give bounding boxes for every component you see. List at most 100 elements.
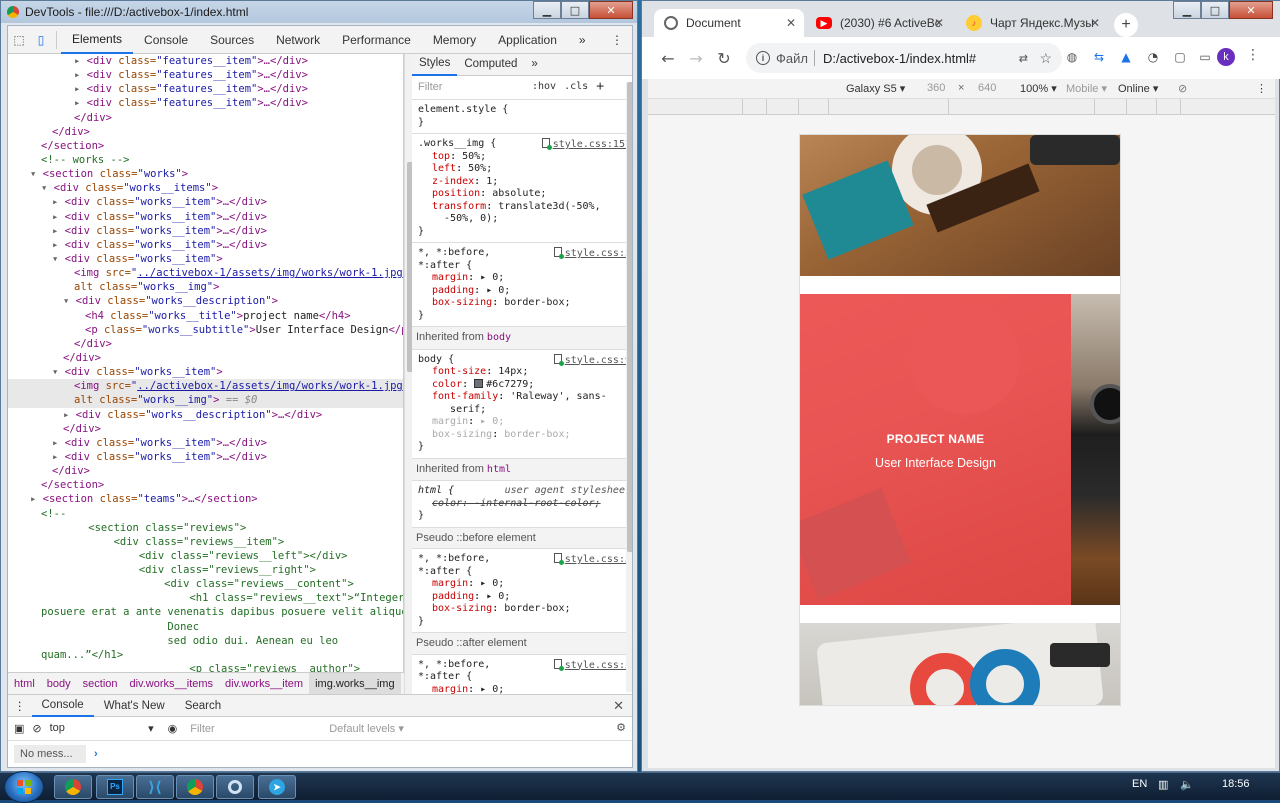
close-drawer-icon[interactable]: ✕ [613, 698, 624, 714]
tab-computed[interactable]: Computed [457, 54, 524, 76]
maximize-button[interactable]: □ [561, 1, 589, 19]
device-height-input[interactable]: 640 [978, 82, 996, 94]
css-property-name[interactable]: box-sizing [432, 297, 492, 308]
zoom-select[interactable]: 100% ▾ [1020, 82, 1057, 95]
css-property-name[interactable]: margin [432, 272, 468, 283]
device-select[interactable]: Galaxy S5 ▾ [846, 82, 905, 95]
close-tab-icon[interactable]: ✕ [786, 16, 796, 30]
cls-toggle[interactable]: .cls [564, 81, 588, 94]
drawer-tab-search[interactable]: Search [175, 695, 231, 717]
more-tabs-button[interactable]: » [568, 26, 597, 54]
more-style-tabs[interactable]: » [524, 54, 544, 76]
dom-node[interactable]: </section> [8, 139, 403, 153]
html-ua-rule[interactable]: html { user agent stylesheet color: -int… [412, 481, 632, 528]
rotate-icon[interactable]: ⊘ [1178, 82, 1187, 95]
color-swatch[interactable] [474, 378, 484, 388]
css-property-value[interactable]: 50%; [462, 151, 486, 162]
css-property[interactable]: serif; [418, 404, 630, 417]
css-property-name[interactable]: box-sizing [432, 429, 492, 440]
css-property-value[interactable]: border-box; [504, 297, 570, 308]
scrollbar-thumb[interactable] [627, 82, 632, 552]
rule-source-link[interactable]: style.css:9 [553, 353, 631, 368]
tab-memory[interactable]: Memory [422, 26, 487, 54]
breadcrumb-item[interactable]: section [77, 673, 124, 694]
dom-node[interactable]: </div> [8, 422, 403, 436]
dom-node[interactable]: posuere erat a ante venenatis dapibus po… [8, 605, 403, 619]
frame-extension-icon[interactable]: ▭ [1195, 47, 1215, 67]
minimize-button[interactable]: ▁ [533, 1, 561, 19]
css-property[interactable]: font-size: 14px; [418, 366, 630, 379]
css-property[interactable]: box-sizing: border-box; [418, 429, 630, 442]
dom-node[interactable]: Donec [8, 620, 403, 634]
context-select[interactable]: top ▾ [50, 722, 160, 735]
dom-node[interactable]: ▸ <div class="works__item">…</div> [8, 210, 403, 224]
dom-node[interactable]: <section class="reviews"> [8, 521, 403, 535]
clock[interactable]: 18:56 [1222, 778, 1250, 790]
css-property[interactable]: box-sizing: border-box; [418, 297, 630, 310]
extension-icon[interactable]: ▲ [1116, 47, 1136, 67]
mode-select[interactable]: Mobile ▾ [1066, 82, 1107, 95]
pseudo-before-rule[interactable]: *, *:before, *:after { style.css:3 margi… [412, 549, 632, 633]
dom-node[interactable]: ▸ <div class="features__item">…</div> [8, 68, 403, 82]
dom-node[interactable]: ▸ <div class="works__item">…</div> [8, 238, 403, 252]
dom-node[interactable]: alt class="works__img"> [8, 280, 403, 294]
css-property-name[interactable]: z-index [432, 176, 474, 187]
dom-node[interactable]: <div class="reviews__content"> [8, 577, 403, 591]
reload-icon[interactable]: ↻ [710, 44, 738, 72]
forward-icon[interactable]: → [682, 44, 710, 72]
tab-application[interactable]: Application [487, 26, 568, 54]
no-messages-badge[interactable]: No mess... [14, 745, 86, 763]
css-property-value[interactable]: 50%; [468, 163, 492, 174]
media-query-ruler[interactable] [648, 99, 1275, 115]
css-property-name[interactable]: padding [432, 591, 474, 602]
css-property-name[interactable]: top [432, 151, 450, 162]
avatar[interactable]: k [1217, 48, 1235, 66]
eye-icon[interactable]: ◉ [168, 722, 178, 735]
breadcrumb-item[interactable]: html [8, 673, 41, 694]
url-text[interactable]: D:/activebox-1/index.html# [823, 51, 976, 66]
dom-node[interactable]: ▸ <div class="works__item">…</div> [8, 450, 403, 464]
css-property-name[interactable]: box-sizing [432, 603, 492, 614]
device-menu-icon[interactable]: ⋮ [1256, 82, 1267, 95]
css-property-value[interactable]: translate3d(-50%, [498, 201, 600, 212]
taskbar-telegram-icon[interactable]: ➤ [258, 775, 296, 799]
css-property-value[interactable]: ▸ 0; [486, 285, 510, 296]
dom-node[interactable]: <div class="reviews__right"> [8, 563, 403, 577]
inherited-tag[interactable]: html [487, 464, 511, 475]
dom-node[interactable]: ▾ <div class="works__items"> [8, 181, 403, 195]
dom-node[interactable]: ▸ <section class="teams">…</section> [8, 492, 403, 506]
screenshot-extension-icon[interactable]: ▢ [1170, 47, 1190, 67]
css-property-value[interactable]: ▸ 0; [480, 578, 504, 589]
globe-extension-icon[interactable]: ◍ [1062, 47, 1082, 67]
dom-node[interactable]: </div> [8, 464, 403, 478]
css-property[interactable]: margin: ▸ 0; [418, 684, 630, 695]
network-select[interactable]: Online ▾ [1118, 82, 1158, 95]
dom-node[interactable]: <div class="reviews__left"></div> [8, 549, 403, 563]
css-property[interactable]: transform: translate3d(-50%, [418, 201, 630, 214]
body-rule[interactable]: body { style.css:9 font-size: 14px; color… [412, 350, 632, 459]
log-levels-select[interactable]: Default levels ▾ [329, 722, 404, 735]
dom-node[interactable]: </div> [8, 351, 403, 365]
dom-node[interactable]: quam...”</h1> [8, 648, 403, 662]
devtools-menu-button[interactable]: ⋮ [600, 26, 632, 54]
css-property-value[interactable]: ▸ 0; [486, 591, 510, 602]
css-property-name[interactable]: position [432, 188, 480, 199]
browser-tab-youtube[interactable]: ▶ (2030) #6 ActiveBox ✕ [806, 9, 952, 37]
dom-node[interactable]: ▸ <div class="features__item">…</div> [8, 54, 403, 68]
breadcrumb-item[interactable]: div.works__item [219, 673, 309, 694]
new-rule-button[interactable]: + [596, 81, 604, 94]
tab-performance[interactable]: Performance [331, 26, 422, 54]
dom-node[interactable]: ▸ <div class="works__item">…</div> [8, 436, 403, 450]
sidebar-toggle-icon[interactable]: ▣ [14, 722, 24, 735]
drawer-menu-icon[interactable]: ⋮ [8, 695, 32, 717]
browser-menu-icon[interactable]: ⋮ [1246, 47, 1260, 63]
info-icon[interactable]: i [756, 51, 770, 65]
css-property-value[interactable]: ▸ 0; [480, 684, 504, 695]
tab-network[interactable]: Network [265, 26, 331, 54]
breadcrumb-item-active[interactable]: img.works__img [309, 673, 401, 694]
browser-tab-yandex-music[interactable]: ♪ Чарт Яндекс.Музыки ✕ [956, 9, 1108, 37]
dom-token[interactable]: ../activebox-1/assets/img/works/work-1.j… [137, 380, 403, 392]
dom-node[interactable]: ▸ <div class="features__item">…</div> [8, 96, 403, 110]
maximize-button[interactable]: □ [1201, 1, 1229, 19]
device-width-input[interactable]: 360 [927, 82, 945, 94]
